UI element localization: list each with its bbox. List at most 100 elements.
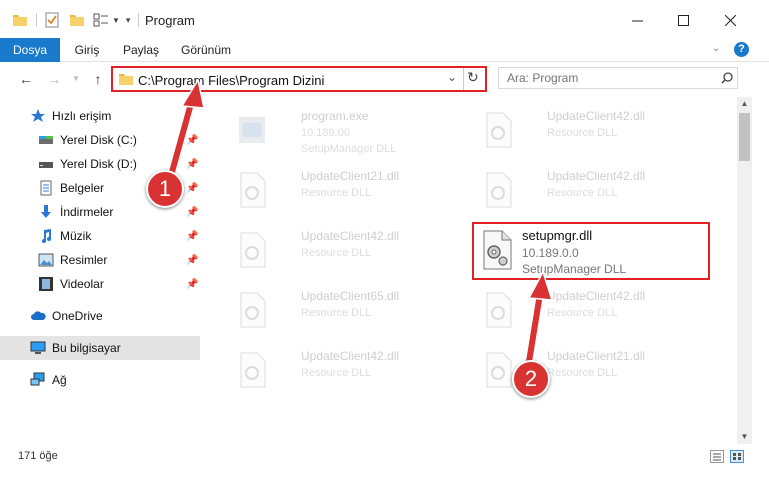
tab-home[interactable]: Giriş (66, 38, 108, 62)
status-bar: 171 öğe (0, 444, 769, 469)
tab-share[interactable]: Paylaş (118, 38, 164, 62)
title-bar: ▼ ▾ Program (0, 0, 769, 38)
dll-file-icon (240, 172, 266, 208)
back-button[interactable]: ← (16, 69, 36, 89)
tiles-view-button[interactable] (730, 450, 744, 463)
pin-icon[interactable]: 📌 (186, 135, 198, 146)
pin-icon[interactable]: 📌 (186, 159, 198, 170)
scroll-up-icon[interactable]: ▲ (737, 97, 752, 111)
music-icon (42, 229, 51, 243)
expand-ribbon-icon[interactable]: ⌄ (712, 43, 720, 54)
details-view-icon (713, 453, 721, 461)
back-arrow-icon: ← (19, 71, 33, 87)
sidebar-item-label: OneDrive (52, 309, 103, 323)
file-item[interactable]: UpdateClient21.dll Resource DLL (233, 161, 473, 219)
file-name: UpdateClient42.dll (301, 349, 400, 363)
refresh-button[interactable]: ↻ (467, 69, 479, 86)
dll-file-icon (240, 232, 266, 268)
sidebar-item-label: Videolar (60, 277, 104, 291)
dll-file-icon (483, 230, 512, 270)
star-icon (31, 109, 45, 122)
quick-access-toolbar: ▼ ▾ (12, 10, 147, 30)
sidebar-item-label: Bu bilgisayar (52, 341, 121, 355)
drive-icon (39, 136, 53, 144)
scroll-down-icon[interactable]: ▼ (737, 430, 752, 444)
callout-step-1: 1 (146, 170, 184, 208)
address-row: ← → ▼ ↑ C:\Program Files\Program Dizini … (0, 62, 769, 95)
file-detail: Resource DLL (301, 187, 372, 199)
maximize-icon (677, 14, 689, 26)
properties-icon[interactable] (45, 12, 59, 28)
file-version: 10.189.0.0 (522, 246, 579, 260)
tab-view[interactable]: Görünüm (176, 38, 236, 62)
sidebar-item-music[interactable]: Müzik 📌 (0, 224, 200, 248)
file-item[interactable]: UpdateClient42.dll Resource DLL (233, 341, 473, 399)
item-count: 171 öğe (18, 450, 58, 462)
sidebar-item-label: Ağ (52, 373, 67, 387)
pin-icon[interactable]: 📌 (186, 183, 198, 194)
file-item[interactable]: UpdateClient42.dll Resource DLL (479, 281, 719, 339)
maximize-button[interactable] (660, 4, 706, 36)
up-button[interactable]: ↑ (88, 69, 108, 89)
sidebar-item-this-pc[interactable]: Bu bilgisayar (0, 336, 200, 360)
pin-icon[interactable]: 📌 (186, 255, 198, 266)
download-icon (41, 205, 51, 218)
file-detail: Resource DLL (301, 247, 372, 259)
ribbon-tabs: Dosya Giriş Paylaş Görünüm ⌄ ? (0, 38, 769, 62)
search-icon (721, 72, 733, 84)
chevron-down-icon: ▼ (72, 74, 80, 83)
file-item-setupmgr-dll[interactable]: setupmgr.dll 10.189.0.0 SetupManager DLL (472, 222, 710, 280)
help-icon[interactable]: ? (734, 42, 749, 57)
dll-file-icon (486, 112, 512, 148)
navigation-pane: Hızlı erişim Yerel Disk (C:) 📌 Yerel Dis… (0, 97, 205, 444)
close-icon (724, 14, 736, 26)
address-path[interactable]: C:\Program Files\Program Dizini (138, 73, 324, 88)
file-item-program-exe[interactable]: program.exe 10.189.00 SetupManager DLL (233, 101, 473, 159)
dll-file-icon (486, 352, 512, 388)
file-detail: SetupManager DLL (301, 143, 397, 155)
close-button[interactable] (707, 4, 753, 36)
vertical-scrollbar[interactable]: ▲ ▼ (737, 97, 752, 444)
sidebar-item-network[interactable]: Ağ (0, 368, 200, 392)
customize-toolbar-icon[interactable]: ▾ (126, 15, 131, 26)
file-item[interactable]: UpdateClient65.dll Resource DLL (233, 281, 473, 339)
file-name: UpdateClient42.dll (547, 109, 646, 123)
chevron-down-icon[interactable]: ▼ (112, 16, 120, 25)
address-bar[interactable]: C:\Program Files\Program Dizini ⌄ ↻ (111, 66, 487, 92)
sidebar-item-quick-access[interactable]: Hızlı erişim (0, 104, 200, 128)
file-description: SetupManager DLL (522, 262, 627, 276)
minimize-button[interactable] (614, 4, 660, 36)
pin-icon[interactable]: 📌 (186, 279, 198, 290)
search-input[interactable] (507, 70, 707, 86)
tab-file[interactable]: Dosya (0, 38, 60, 62)
scrollbar-thumb[interactable] (739, 113, 750, 161)
sidebar-item-pictures[interactable]: Resimler 📌 (0, 248, 200, 272)
sidebar-item-videos[interactable]: Videolar 📌 (0, 272, 200, 296)
pin-icon[interactable]: 📌 (186, 207, 198, 218)
sidebar-item-label: Resimler (60, 253, 108, 267)
pictures-icon (38, 253, 54, 267)
file-name: program.exe (301, 109, 369, 123)
details-view-button[interactable] (710, 450, 724, 463)
sidebar-item-onedrive[interactable]: OneDrive (0, 304, 200, 328)
file-item[interactable]: UpdateClient42.dll Resource DLL (479, 101, 719, 159)
file-name: UpdateClient21.dll (547, 349, 646, 363)
file-item[interactable]: UpdateClient42.dll Resource DLL (233, 221, 473, 279)
new-folder-icon[interactable] (69, 13, 85, 27)
minimize-icon (631, 20, 643, 21)
sidebar-item-label: Müzik (60, 229, 92, 243)
file-detail: Resource DLL (547, 307, 618, 319)
search-box[interactable] (498, 67, 738, 89)
pin-icon[interactable]: 📌 (186, 231, 198, 242)
recent-locations-button[interactable]: ▼ (66, 69, 86, 89)
network-icon (30, 372, 45, 386)
address-dropdown[interactable]: ⌄ (447, 70, 457, 84)
file-item[interactable]: UpdateClient42.dll Resource DLL (479, 161, 719, 219)
sidebar-item-local-disk-c[interactable]: Yerel Disk (C:) 📌 (0, 128, 200, 152)
folder-icon (119, 74, 133, 85)
forward-button[interactable]: → (44, 69, 64, 89)
exe-file-icon (239, 117, 265, 143)
view-options-icon[interactable] (93, 13, 109, 27)
dll-file-icon (240, 352, 266, 388)
file-name: setupmgr.dll (522, 228, 593, 243)
